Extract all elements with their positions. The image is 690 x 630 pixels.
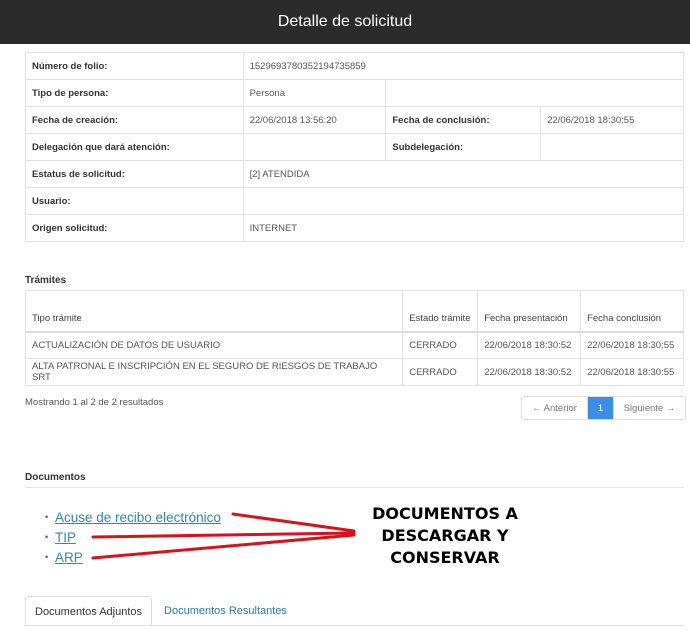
arrow-to-arp — [91, 533, 356, 560]
document-tabs: Documentos Adjuntos Documentos Resultant… — [25, 596, 296, 626]
annotation-line: DOCUMENTOS A — [372, 504, 518, 523]
annotation-line: CONSERVAR — [390, 548, 500, 567]
arrow-to-acuse — [231, 512, 356, 533]
tab-documentos-resultantes[interactable]: Documentos Resultantes — [152, 596, 296, 626]
arrow-to-tip — [91, 531, 356, 539]
annotation-arrows — [91, 512, 356, 560]
annotation-line: DESCARGAR Y — [381, 526, 509, 545]
tabs-underline — [25, 625, 684, 626]
annotation-text: DOCUMENTOS A DESCARGAR Y CONSERVAR — [360, 503, 530, 569]
tab-documentos-adjuntos[interactable]: Documentos Adjuntos — [25, 596, 153, 626]
